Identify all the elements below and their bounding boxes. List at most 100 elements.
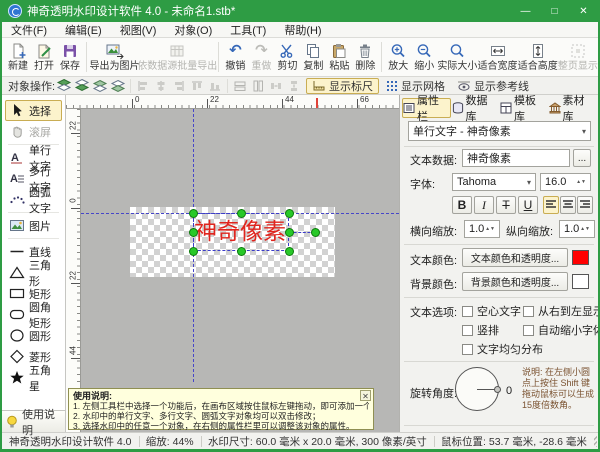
text-options-label: 文本选项: xyxy=(410,304,457,320)
send-to-back-icon[interactable] xyxy=(73,78,91,94)
checkbox-right-to-left[interactable]: 从右到左显示 xyxy=(523,303,600,319)
bold-button[interactable]: B xyxy=(452,196,472,214)
menu-bar: 文件(F) 编辑(E) 视图(V) 对象(O) 工具(T) 帮助(H) xyxy=(2,22,598,38)
export-image-button[interactable]: 导出为图片 xyxy=(90,39,139,75)
status-zoom-level: 缩放: 44% xyxy=(139,434,201,449)
align-right-button[interactable] xyxy=(577,196,593,214)
v-scale-spinner[interactable]: 1.0▲▼ xyxy=(559,220,595,238)
checkbox-icon[interactable] xyxy=(462,344,473,355)
actual-size-button[interactable]: 实际大小 xyxy=(437,39,477,75)
tool-triangle[interactable]: 三角形 xyxy=(5,262,62,283)
copy-button[interactable]: 复制 xyxy=(300,39,326,75)
tab-materials[interactable]: 素材库 xyxy=(548,98,597,118)
checkbox-vertical-text[interactable]: 竖排 xyxy=(462,322,499,338)
menu-view[interactable]: 视图(V) xyxy=(111,22,166,37)
menu-file[interactable]: 文件(F) xyxy=(2,22,56,37)
zoom-in-button[interactable]: 放大 xyxy=(385,39,411,75)
checkbox-icon[interactable] xyxy=(462,306,473,317)
save-button[interactable]: 保存 xyxy=(57,39,83,75)
tab-database[interactable]: 数据库 xyxy=(451,98,500,118)
fit-height-button[interactable]: 适合高度 xyxy=(518,39,558,75)
zoom-out-button[interactable]: 缩小 xyxy=(411,39,437,75)
menu-tools[interactable]: 工具(T) xyxy=(221,22,275,37)
batch-export-button: 依数据源批量导出 xyxy=(139,39,215,75)
strikethrough-button[interactable]: T xyxy=(496,196,516,214)
underline-button[interactable]: U xyxy=(518,196,538,214)
rotation-handle[interactable] xyxy=(311,228,320,237)
checkbox-hollow-text[interactable]: 空心文字 xyxy=(462,303,521,319)
text-color-button[interactable]: 文本颜色和透明度... xyxy=(462,248,568,267)
tab-templates[interactable]: 模板库 xyxy=(499,98,548,118)
selection-handle-mid-right[interactable] xyxy=(285,228,294,237)
rotation-dial[interactable] xyxy=(455,367,499,411)
text-color-swatch[interactable] xyxy=(572,250,589,265)
tab-properties[interactable]: 属性栏 xyxy=(402,98,451,118)
image-icon xyxy=(9,218,25,234)
usage-help-button[interactable]: 使用说明 xyxy=(2,410,66,432)
text-data-more-button[interactable]: ... xyxy=(573,149,591,167)
undo-button[interactable]: ↶ 撤销 xyxy=(222,39,248,75)
selection-handle-mid-left[interactable] xyxy=(189,228,198,237)
selection-handle-bottom-right[interactable] xyxy=(285,247,294,256)
move-down-layer-icon[interactable] xyxy=(109,78,127,94)
tool-rounded-rectangle[interactable]: 圆角矩形 xyxy=(5,304,62,325)
move-up-layer-icon[interactable] xyxy=(91,78,109,94)
svg-text:A: A xyxy=(10,173,18,185)
object-selector-dropdown[interactable]: 单行文字 - 神奇像素 xyxy=(408,121,591,141)
tool-arc-text[interactable]: 圆弧文字 xyxy=(5,189,62,210)
resize-grip[interactable] xyxy=(594,436,597,447)
italic-button[interactable]: I xyxy=(474,196,494,214)
template-grid-icon xyxy=(500,102,512,114)
open-button[interactable]: 打开 xyxy=(31,39,57,75)
space-evenly-h-icon xyxy=(267,78,285,94)
whole-page-icon xyxy=(569,42,587,60)
delete-button[interactable]: 删除 xyxy=(352,39,378,75)
spinner-arrows-icon[interactable]: ▲▼ xyxy=(576,180,586,185)
bank-icon xyxy=(549,102,561,114)
menu-edit[interactable]: 编辑(E) xyxy=(56,22,111,37)
bg-color-swatch[interactable] xyxy=(572,274,589,289)
selection-handle-bottom-center[interactable] xyxy=(237,247,246,256)
paste-button[interactable]: 粘贴 xyxy=(326,39,352,75)
spinner-arrows-icon[interactable]: ▲▼ xyxy=(580,227,590,232)
selection-handle-top-center[interactable] xyxy=(237,209,246,218)
tool-scroll: 滚屏 xyxy=(5,121,62,142)
show-ruler-toggle[interactable]: 显示标尺 xyxy=(306,78,379,94)
cut-button[interactable]: 剪切 xyxy=(274,39,300,75)
selection-handle-top-right[interactable] xyxy=(285,209,294,218)
tool-star[interactable]: 五角星 xyxy=(5,367,62,388)
zoom-out-icon xyxy=(415,42,433,60)
checkbox-even-distribution[interactable]: 文字均匀分布 xyxy=(462,341,543,357)
font-size-spinner[interactable]: 16.0 ▲▼ xyxy=(540,173,591,191)
align-center-button[interactable] xyxy=(560,196,576,214)
minimize-button[interactable]: — xyxy=(511,0,540,22)
new-button[interactable]: 新建 xyxy=(5,39,31,75)
close-button[interactable]: ✕ xyxy=(569,0,598,22)
tool-select[interactable]: 选择 xyxy=(5,100,62,121)
menu-object[interactable]: 对象(O) xyxy=(165,22,221,37)
batch-export-icon xyxy=(168,42,186,60)
maximize-button[interactable]: □ xyxy=(540,0,569,22)
bg-color-button[interactable]: 背景颜色和透明度... xyxy=(462,272,568,291)
help-box-title: 使用说明: xyxy=(73,391,369,401)
checkbox-icon[interactable] xyxy=(523,306,534,317)
spinner-arrows-icon[interactable]: ▲▼ xyxy=(485,227,495,232)
h-scale-spinner[interactable]: 1.0▲▼ xyxy=(464,220,500,238)
ruler-icon xyxy=(312,79,326,92)
menu-help[interactable]: 帮助(H) xyxy=(275,22,330,37)
rotation-dial-knob[interactable] xyxy=(494,386,501,393)
checkbox-icon[interactable] xyxy=(462,325,473,336)
selection-handle-top-left[interactable] xyxy=(189,209,198,218)
font-family-dropdown[interactable]: Tahoma xyxy=(452,173,536,191)
bring-to-front-icon[interactable] xyxy=(55,78,73,94)
selection-handle-bottom-left[interactable] xyxy=(189,247,198,256)
close-icon[interactable]: ✕ xyxy=(360,390,371,401)
checkbox-icon[interactable] xyxy=(523,325,534,336)
text-data-input[interactable]: 神奇像素 xyxy=(462,149,570,167)
checkbox-auto-shrink-font[interactable]: 自动缩小字体 xyxy=(523,322,600,338)
tool-image[interactable]: 图片 xyxy=(5,215,62,236)
whole-page-button: 整页显示 xyxy=(558,39,598,75)
tool-sidebar: 选择 滚屏 A 单行文字 A 多行文字 圆弧文字 图片 xyxy=(2,95,66,410)
align-left-button[interactable] xyxy=(543,196,559,214)
fit-width-button[interactable]: 适合宽度 xyxy=(477,39,517,75)
